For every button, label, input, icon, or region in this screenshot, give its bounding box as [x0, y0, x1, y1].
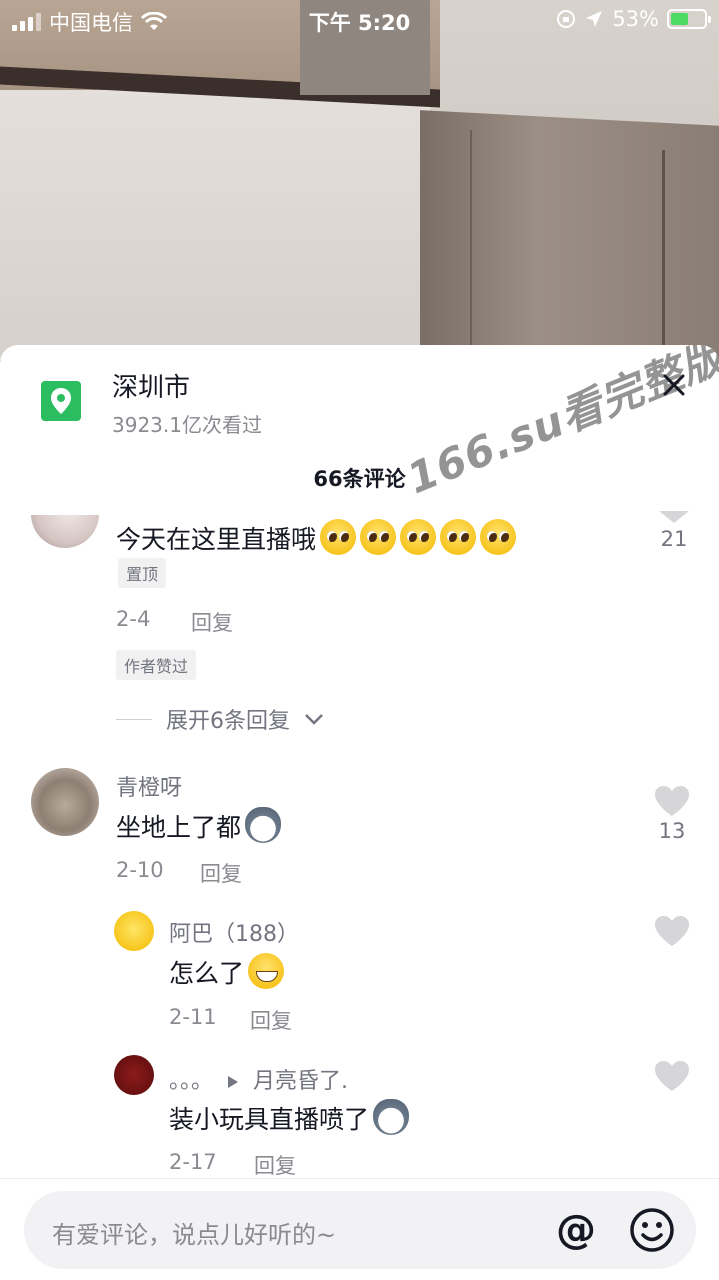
- location-views: 3923.1亿次看过: [112, 413, 262, 437]
- comment-input[interactable]: 有爱评论，说点儿好听的~ @: [24, 1191, 696, 1269]
- reply-date: 2-11: [169, 1005, 217, 1029]
- reply-button[interactable]: 回复: [200, 858, 242, 888]
- comment-sheet: 深圳市 3923.1亿次看过 166.su看完整版 66条评论 今天在这里直播哦…: [0, 345, 719, 1280]
- status-bar: 中国电信 下午 5:20 53%: [0, 0, 719, 40]
- like-button[interactable]: 13: [642, 785, 702, 843]
- status-right: 53%: [556, 7, 711, 31]
- reply-author-line: 。。。 月亮昏了.: [169, 1063, 348, 1095]
- play-arrow-icon: [228, 1076, 239, 1088]
- emoji-picker-icon[interactable]: [628, 1206, 676, 1254]
- pleading-face-emoji-icon: [480, 519, 517, 555]
- reply-date: 2-17: [169, 1150, 217, 1174]
- wall: [0, 90, 430, 360]
- reply-button[interactable]: 回复: [250, 1005, 292, 1035]
- close-icon: [663, 374, 685, 396]
- reply-author[interactable]: 阿巴（188）: [169, 916, 299, 948]
- like-count: 13: [658, 819, 686, 843]
- close-button[interactable]: [656, 367, 692, 403]
- reply-button[interactable]: 回复: [191, 607, 233, 637]
- grin-sweat-emoji-icon: [248, 953, 285, 989]
- expand-replies-button[interactable]: 展开6条回复: [116, 703, 324, 735]
- battery-icon: [667, 9, 711, 29]
- pleading-face-emoji-icon: [360, 519, 397, 555]
- comment-author[interactable]: 青橙呀: [116, 770, 182, 802]
- comment-input-bar: 有爱评论，说点儿好听的~ @: [0, 1178, 719, 1280]
- pleading-face-emoji-icon: [400, 519, 437, 555]
- pleading-face-emoji-icon: [320, 519, 357, 555]
- heart-icon: [655, 786, 689, 816]
- like-button[interactable]: [642, 1060, 702, 1092]
- reply-text: 怎么了: [169, 953, 285, 990]
- cabinet-seam: [662, 150, 665, 360]
- author-liked-tag: 作者赞过: [116, 650, 197, 680]
- avatar[interactable]: [114, 1055, 154, 1095]
- location-arrow-icon: [586, 11, 603, 27]
- like-button[interactable]: [642, 915, 702, 947]
- divider: [116, 718, 152, 720]
- like-count: 21: [660, 527, 688, 551]
- comment-input-placeholder: 有爱评论，说点儿好听的~: [52, 1221, 337, 1249]
- pleading-face-emoji-icon: [440, 519, 477, 555]
- comment-date: 2-4: [116, 607, 151, 631]
- battery-percent: 53%: [612, 7, 659, 31]
- comment-text: 今天在这里直播哦: [116, 519, 517, 556]
- husky-emoji-icon: [373, 1099, 410, 1135]
- chevron-down-icon: [305, 714, 323, 725]
- video-background[interactable]: [0, 0, 719, 360]
- cabinet: [420, 110, 719, 360]
- avatar[interactable]: [31, 768, 99, 836]
- comment-count-header: 66条评论: [313, 467, 406, 491]
- comment-text: 坐地上了都: [116, 807, 282, 844]
- reply-author[interactable]: 。。。: [169, 1069, 213, 1094]
- rotation-lock-icon: [557, 10, 576, 28]
- emoji-group: [316, 519, 517, 555]
- heart-icon: [655, 916, 689, 946]
- heart-icon: [659, 511, 689, 523]
- pinned-tag: 置顶: [118, 558, 167, 588]
- location-pin-icon[interactable]: [41, 381, 81, 421]
- battery-fill: [671, 13, 688, 25]
- heart-icon: [655, 1061, 689, 1091]
- location-title[interactable]: 深圳市: [112, 367, 190, 404]
- like-button[interactable]: 21: [644, 511, 704, 551]
- at-mention-button[interactable]: @: [552, 1206, 600, 1254]
- reply-text: 装小玩具直播喷了: [169, 1099, 410, 1136]
- reply-button[interactable]: 回复: [254, 1150, 296, 1180]
- avatar[interactable]: [114, 911, 154, 951]
- reply-to-author[interactable]: 月亮昏了.: [253, 1069, 348, 1094]
- expand-replies-label: 展开6条回复: [166, 709, 290, 734]
- husky-emoji-icon: [245, 807, 282, 843]
- cabinet-edge: [470, 130, 472, 360]
- comment-date: 2-10: [116, 858, 164, 882]
